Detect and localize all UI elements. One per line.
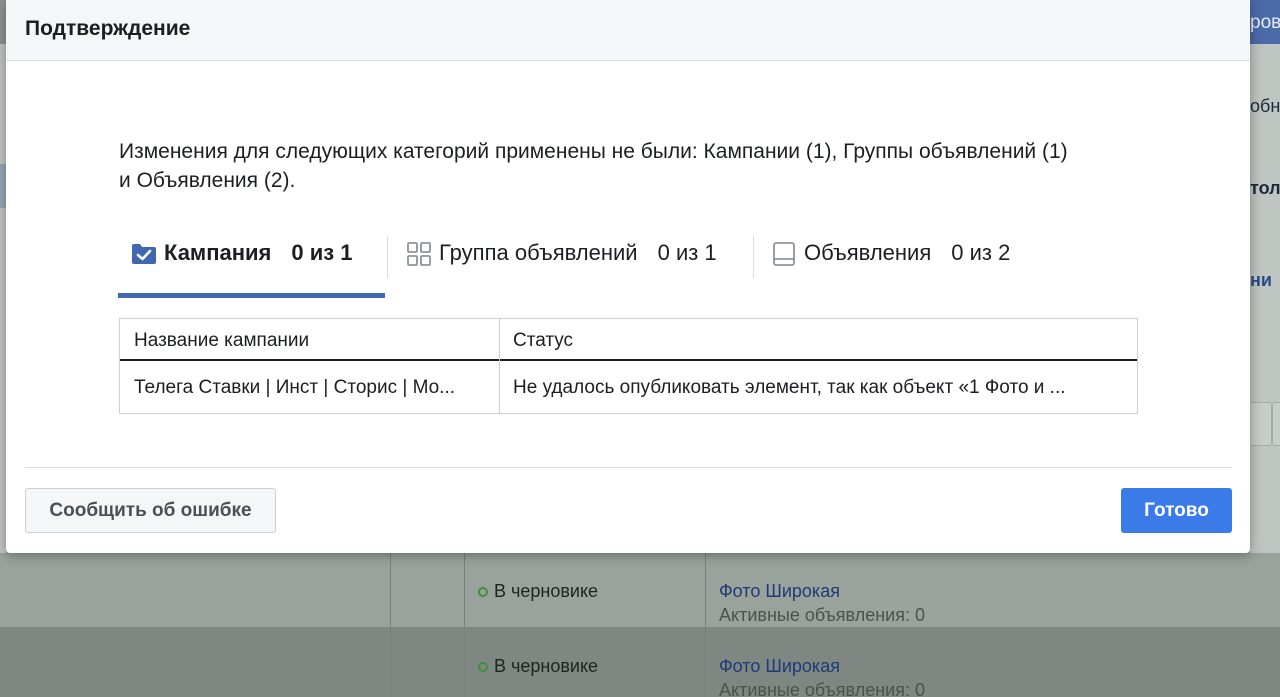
background-column-divider: [464, 628, 465, 697]
background-right-panel: обн тол ни: [1250, 44, 1280, 554]
tab-ad-group-count: 0 из 1: [657, 240, 717, 265]
campaign-name-cell: Телега Ставки | Инст | Сторис | Мо...: [134, 377, 456, 398]
tab-ads-count: 0 из 2: [951, 240, 1011, 265]
category-tabs: Кампания 0 из 1 Группа объявлений 0 из 1: [118, 232, 1078, 298]
background-campaign-link: Фото Широкая: [719, 581, 840, 601]
background-status: В черновике: [478, 656, 598, 677]
background-right-text-2: тол: [1250, 178, 1280, 198]
tab-ads[interactable]: Объявления 0 из 2: [770, 232, 1050, 298]
tab-campaign-count: 0 из 1: [291, 240, 353, 265]
draft-status-icon: [478, 586, 488, 597]
background-table-row: В черновике Фото Широкая Активные объявл…: [0, 628, 1280, 697]
active-tab-indicator: [118, 293, 385, 298]
tab-ad-group[interactable]: Группа объявлений 0 из 1: [401, 232, 746, 298]
draft-status-icon: [478, 661, 488, 672]
confirmation-dialog: Подтверждение Изменения для следующих ка…: [6, 0, 1250, 553]
dialog-message: Изменения для следующих категорий примен…: [119, 140, 1068, 192]
background-campaign-link: Фото Широкая: [719, 656, 840, 676]
column-divider: [499, 319, 500, 413]
column-header-status: Статус: [513, 330, 574, 351]
background-right-text-1: обн: [1250, 96, 1280, 116]
background-column-divider: [390, 553, 391, 627]
tab-ads-label: Объявления: [804, 240, 932, 265]
tab-divider: [387, 236, 388, 278]
background-right-control: [1250, 402, 1272, 446]
footer-divider: [25, 467, 1232, 468]
background-column-divider: [705, 628, 706, 697]
grid-icon: [405, 240, 433, 268]
background-right-control: [1272, 402, 1280, 446]
tab-campaign-label: Кампания: [164, 240, 272, 265]
background-status: В черновике: [478, 581, 598, 602]
background-header-text: ров: [1250, 12, 1280, 33]
report-error-button[interactable]: Сообщить об ошибке: [25, 488, 276, 533]
done-button[interactable]: Готово: [1121, 488, 1232, 533]
background-status-text: В черновике: [494, 581, 599, 601]
dialog-title: Подтверждение: [25, 17, 191, 40]
dialog-header: Подтверждение: [6, 0, 1250, 61]
background-table-row: В черновике Фото Широкая Активные объявл…: [0, 553, 1280, 628]
tab-ad-group-label: Группа объявлений: [439, 240, 638, 265]
ad-preview-icon: [770, 240, 798, 268]
background-column-divider: [705, 553, 706, 627]
background-status-text: В черновике: [494, 656, 599, 676]
background-right-text-3: ни: [1250, 270, 1272, 290]
background-campaign-subtitle: Активные объявления: 0: [719, 605, 925, 625]
folder-check-icon: [130, 240, 158, 268]
results-table: Название кампании Статус Телега Ставки |…: [119, 318, 1138, 414]
background-column-divider: [390, 628, 391, 697]
table-header: Название кампании Статус: [120, 319, 1137, 361]
status-cell: Не удалось опубликовать элемент, так как…: [513, 377, 1066, 398]
tab-divider: [753, 236, 754, 278]
background-column-divider: [464, 553, 465, 627]
background-campaign-subtitle: Активные объявления: 0: [719, 680, 925, 697]
tab-campaign[interactable]: Кампания 0 из 1: [118, 232, 385, 298]
column-header-campaign-name: Название кампании: [134, 330, 310, 351]
